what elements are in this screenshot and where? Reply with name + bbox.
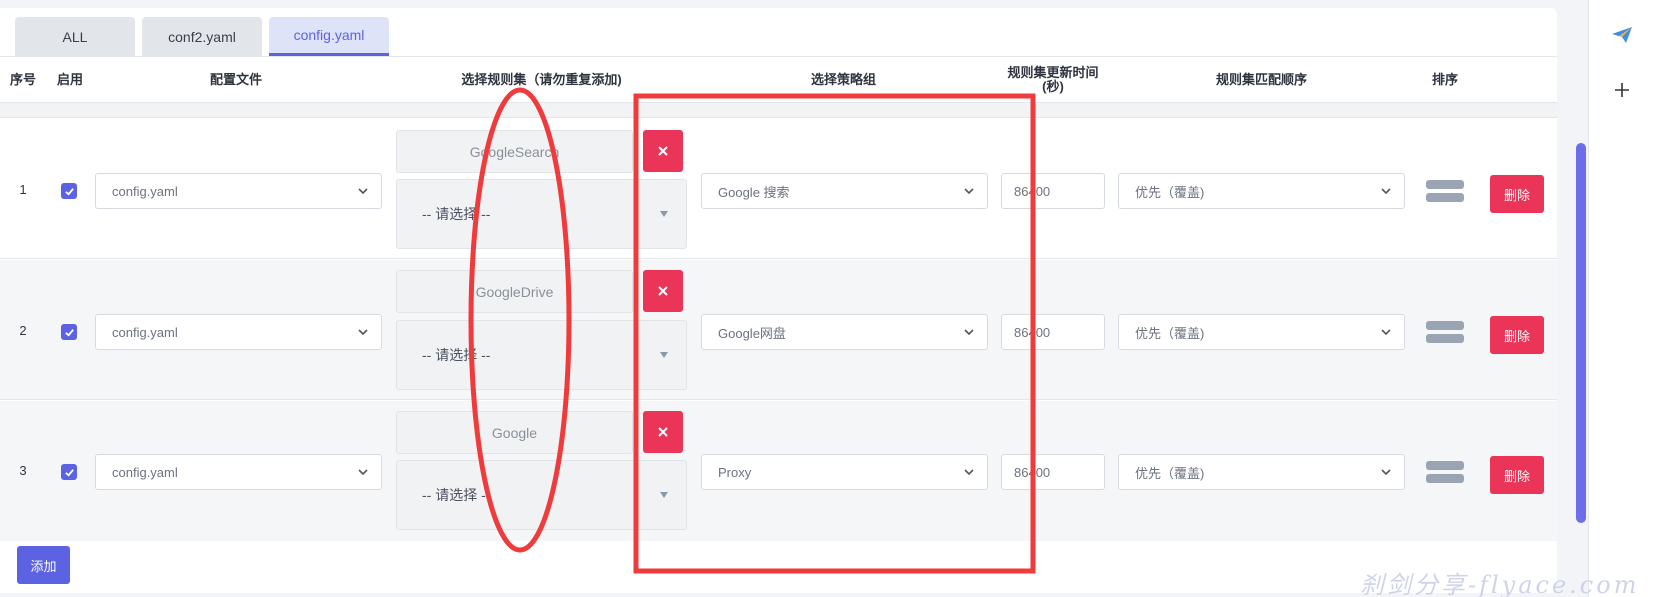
row-index: 3 [19, 463, 27, 478]
table-row: 3 config.yaml Google -- 请选择 -- Proxy 864… [0, 401, 1557, 541]
chevron-down-icon [964, 469, 974, 476]
config-file-value: config.yaml [112, 183, 178, 199]
config-file-select[interactable]: config.yaml [95, 454, 382, 490]
enable-checkbox[interactable] [61, 464, 77, 480]
policy-group-value: Google 搜索 [718, 184, 790, 200]
add-button[interactable]: 添加 [17, 546, 70, 584]
update-interval-input[interactable]: 86400 [1001, 173, 1105, 209]
header-match-order: 规则集匹配顺序 [1215, 71, 1307, 87]
config-file-value: config.yaml [112, 464, 178, 480]
rule-set-select[interactable]: -- 请选择 -- [396, 179, 687, 249]
tab-conf2-yaml[interactable]: conf2.yaml [142, 17, 262, 56]
chevron-down-icon [1381, 188, 1391, 195]
tab-config-yaml[interactable]: config.yaml [269, 17, 389, 56]
caret-down-icon [660, 352, 668, 358]
policy-group-select[interactable]: Google 搜索 [701, 173, 988, 209]
update-interval-value: 86400 [1014, 324, 1051, 340]
close-icon [658, 286, 668, 296]
config-file-value: config.yaml [112, 324, 178, 340]
rule-set-tag: GoogleSearch [396, 130, 633, 173]
file-tabs: ALL conf2.yaml config.yaml [15, 17, 389, 56]
watermark: 刹剑分享-flyace.com [1360, 571, 1640, 597]
rule-set-tag: Google [396, 411, 633, 454]
delete-button[interactable]: 删除 [1490, 456, 1544, 494]
delete-button[interactable]: 删除 [1490, 175, 1544, 213]
policy-group-value: Proxy [718, 464, 752, 480]
header-gap [0, 103, 1557, 118]
drag-handle-icon[interactable] [1426, 180, 1464, 202]
header-sort: 排序 [1431, 71, 1458, 87]
delete-button[interactable]: 删除 [1490, 316, 1544, 354]
table-row: 1 config.yaml GoogleSearch -- 请选择 -- Goo… [0, 119, 1557, 259]
header-rule-set: 选择规则集（请勿重复添加) [461, 71, 622, 87]
chevron-down-icon [358, 329, 368, 336]
chevron-down-icon [964, 188, 974, 195]
close-icon [658, 427, 668, 437]
match-order-value: 优先（覆盖) [1135, 465, 1205, 481]
enable-checkbox[interactable] [61, 183, 77, 199]
drag-handle-icon[interactable] [1426, 461, 1464, 483]
chevron-down-icon [1381, 469, 1391, 476]
update-interval-input[interactable]: 86400 [1001, 454, 1105, 490]
config-file-select[interactable]: config.yaml [95, 314, 382, 350]
tab-all[interactable]: ALL [15, 17, 135, 56]
rule-set-placeholder: -- 请选择 -- [422, 347, 491, 363]
header-policy-group: 选择策略组 [810, 71, 876, 87]
match-order-value: 优先（覆盖) [1135, 325, 1205, 341]
table-header: 序号 启用 配置文件 选择规则集（请勿重复添加) 选择策略组 规则集更新时间(秒… [0, 57, 1478, 102]
header-enabled: 启用 [57, 71, 84, 87]
send-icon[interactable] [1611, 26, 1633, 44]
plus-icon[interactable] [1614, 82, 1630, 98]
header-index: 序号 [9, 71, 36, 87]
match-order-value: 优先（覆盖) [1135, 184, 1205, 200]
remove-rule-button[interactable] [643, 270, 683, 312]
remove-rule-button[interactable] [643, 411, 683, 453]
drag-handle-icon[interactable] [1426, 321, 1464, 343]
match-order-select[interactable]: 优先（覆盖) [1118, 173, 1405, 209]
rule-set-select[interactable]: -- 请选择 -- [396, 320, 687, 390]
rule-set-tag: GoogleDrive [396, 270, 633, 313]
chevron-down-icon [1381, 329, 1391, 336]
match-order-select[interactable]: 优先（覆盖) [1118, 454, 1405, 490]
caret-down-icon [660, 492, 668, 498]
row-index: 1 [19, 182, 27, 197]
match-order-select[interactable]: 优先（覆盖) [1118, 314, 1405, 350]
rule-set-placeholder: -- 请选择 -- [422, 206, 491, 222]
update-interval-value: 86400 [1014, 464, 1051, 480]
table-row: 2 config.yaml GoogleDrive -- 请选择 -- Goog… [0, 260, 1557, 400]
config-file-select[interactable]: config.yaml [95, 173, 382, 209]
enable-checkbox[interactable] [61, 324, 77, 340]
caret-down-icon [660, 211, 668, 217]
check-icon [64, 468, 74, 477]
check-icon [64, 328, 74, 337]
scrollbar-thumb[interactable] [1576, 143, 1586, 523]
chevron-down-icon [358, 469, 368, 476]
rule-set-select[interactable]: -- 请选择 -- [396, 460, 687, 530]
header-config-file: 配置文件 [209, 71, 262, 87]
policy-group-select[interactable]: Google网盘 [701, 314, 988, 350]
policy-group-value: Google网盘 [718, 325, 786, 341]
row-index: 2 [19, 323, 27, 338]
header-update-interval: 规则集更新时间(秒) [1007, 64, 1099, 94]
update-interval-value: 86400 [1014, 183, 1051, 199]
right-toolbar [1588, 0, 1656, 597]
policy-group-select[interactable]: Proxy [701, 454, 988, 490]
remove-rule-button[interactable] [643, 130, 683, 172]
chevron-down-icon [358, 188, 368, 195]
chevron-down-icon [964, 329, 974, 336]
rule-set-placeholder: -- 请选择 -- [422, 487, 491, 503]
close-icon [658, 146, 668, 156]
main-panel: ALL conf2.yaml config.yaml 序号 启用 配置文件 选择… [0, 8, 1557, 593]
update-interval-input[interactable]: 86400 [1001, 314, 1105, 350]
check-icon [64, 187, 74, 196]
